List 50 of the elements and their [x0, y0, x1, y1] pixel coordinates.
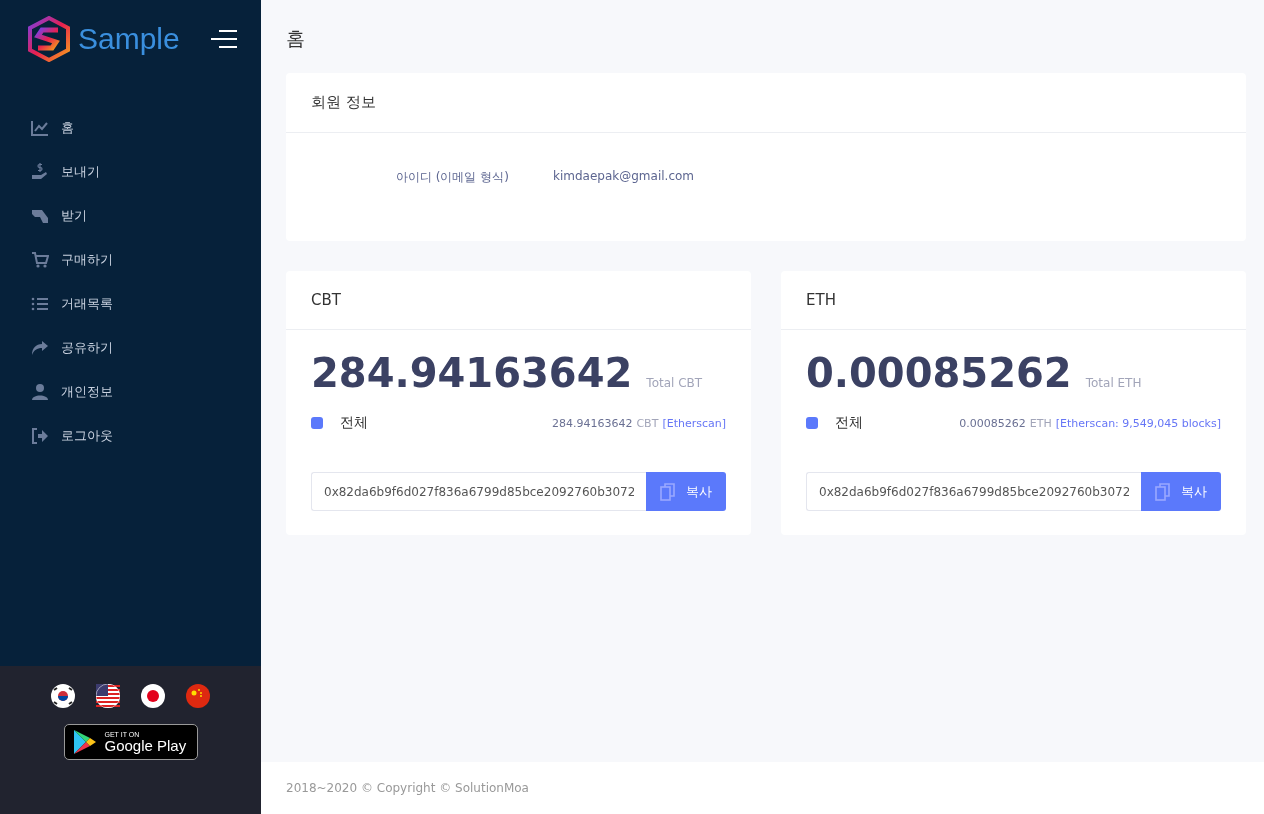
sidebar-item[interactable]: 로그아웃 [0, 414, 261, 458]
flag-icon[interactable] [141, 684, 165, 708]
flag-icon[interactable] [186, 684, 210, 708]
sidebar-item[interactable]: 개인정보 [0, 370, 261, 414]
hand-dollar-icon [31, 163, 49, 181]
unit-label: CBT [636, 416, 659, 430]
list-icon [31, 295, 49, 313]
brand-name: Sample [78, 22, 180, 56]
copy-button[interactable]: 복사 [646, 472, 726, 511]
copy-icon [1155, 482, 1171, 501]
user-icon [31, 383, 49, 401]
total-label: Total CBT [646, 376, 703, 390]
sidebar-item[interactable]: 홈 [0, 106, 261, 150]
sidebar-item[interactable]: 공유하기 [0, 326, 261, 370]
logout-icon [31, 427, 49, 445]
page-title: 홈 [286, 26, 306, 51]
address-field[interactable]: 0x82da6b9f6d027f836a6799d85bce2092760b3072 [311, 472, 646, 511]
balance-text: 0.00085262 [959, 416, 1026, 430]
hand-icon [31, 207, 49, 225]
etherscan-link[interactable]: [Etherscan: 9,549,045 blocks] [1055, 416, 1221, 430]
cart-icon [31, 251, 49, 269]
badge-title: Google Play [104, 738, 187, 753]
copyright-text: 2018~2020 © Copyright © SolutionMoa [286, 781, 529, 795]
hexagon-logo-icon [26, 16, 72, 62]
balance-amount: 284.94163642 [311, 350, 633, 396]
card-title: 회원 정보 [286, 73, 1246, 133]
etherscan-link[interactable]: [Etherscan] [662, 416, 726, 430]
sidebar-item[interactable]: 거래목록 [0, 282, 261, 326]
flag-icon[interactable] [96, 684, 120, 708]
total-label: Total ETH [1085, 376, 1142, 390]
sidebar-item[interactable]: 받기 [0, 194, 261, 238]
sidebar-item[interactable]: 구매하기 [0, 238, 261, 282]
play-triangle-icon [72, 729, 97, 755]
menu-icon[interactable] [211, 30, 237, 48]
chart-icon [31, 119, 49, 137]
legend-label: 전체 [835, 414, 863, 432]
address-field[interactable]: 0x82da6b9f6d027f836a6799d85bce2092760b3072 [806, 472, 1141, 511]
card-title: CBT [286, 271, 751, 330]
share-icon [31, 339, 49, 357]
copy-button[interactable]: 복사 [1141, 472, 1221, 511]
balance-amount: 0.00085262 [806, 350, 1072, 396]
field-label: 아이디 (이메일 형식) [396, 169, 509, 186]
unit-label: ETH [1029, 416, 1052, 430]
email-value: kimdaepak@gmail.com [553, 169, 695, 185]
flag-icon[interactable] [51, 684, 75, 708]
legend-label: 전체 [340, 414, 368, 432]
copy-icon [660, 482, 676, 501]
sidebar-item[interactable]: 보내기 [0, 150, 261, 194]
balance-text: 284.94163642 [551, 416, 633, 430]
card-title: ETH [781, 271, 1246, 330]
